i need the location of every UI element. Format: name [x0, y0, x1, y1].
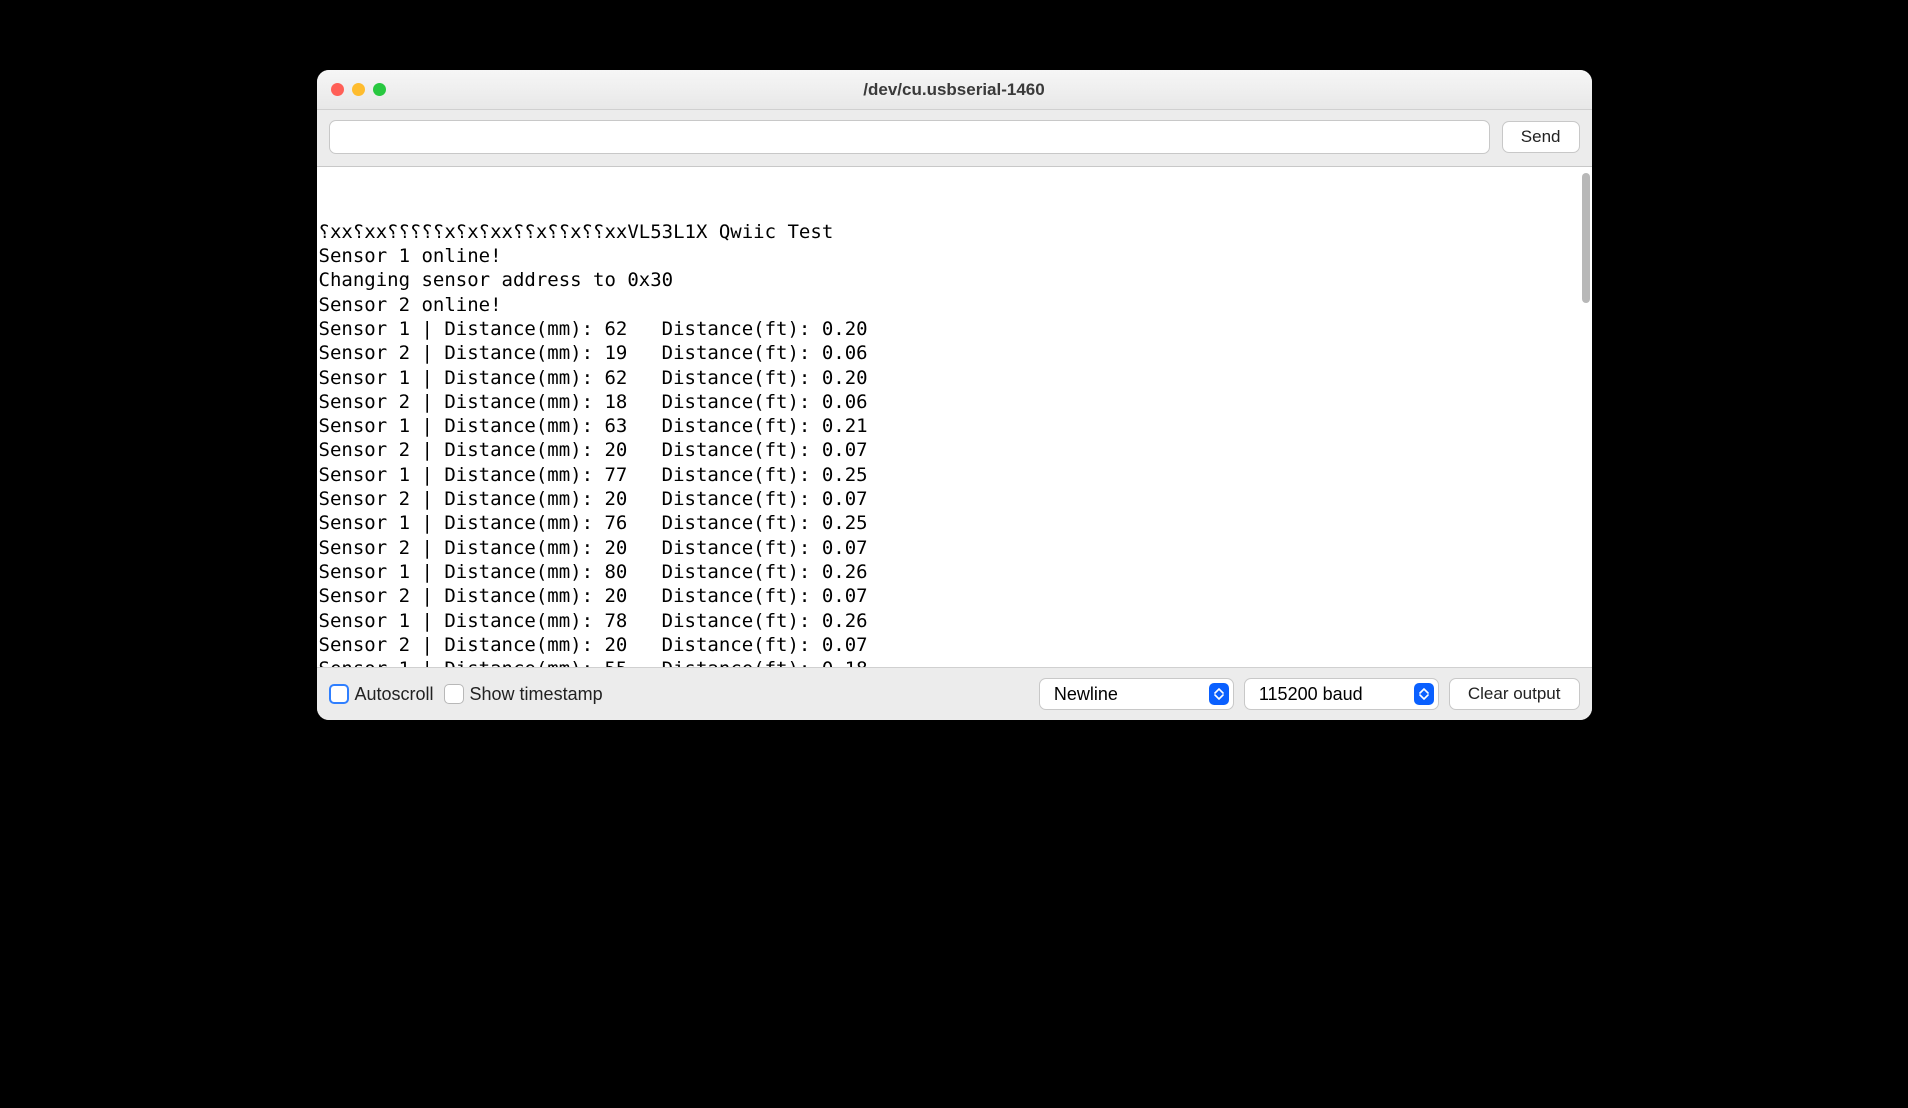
window-title: /dev/cu.usbserial-1460	[331, 80, 1578, 100]
console-line: Sensor 2 | Distance(mm): 18 Distance(ft)…	[319, 390, 1590, 414]
baud-rate-select[interactable]: 115200 baud	[1244, 678, 1439, 710]
console-line: Sensor 2 | Distance(mm): 20 Distance(ft)…	[319, 584, 1590, 608]
autoscroll-label: Autoscroll	[355, 684, 434, 705]
checkbox-icon	[329, 684, 349, 704]
console-line: Sensor 2 | Distance(mm): 20 Distance(ft)…	[319, 633, 1590, 657]
chevron-updown-icon	[1209, 683, 1229, 705]
titlebar: /dev/cu.usbserial-1460	[317, 70, 1592, 110]
serial-input[interactable]	[329, 120, 1490, 154]
clear-output-label: Clear output	[1468, 684, 1561, 704]
bottom-toolbar: Autoscroll Show timestamp Newline 115200…	[317, 667, 1592, 720]
scrollbar-thumb[interactable]	[1582, 173, 1590, 303]
console-line: Sensor 1 | Distance(mm): 80 Distance(ft)…	[319, 560, 1590, 584]
line-ending-select[interactable]: Newline	[1039, 678, 1234, 710]
console-line: ⸮xx⸮xx⸮⸮⸮⸮⸮x⸮x⸮xx⸮⸮x⸮⸮x⸮⸮xxVL53L1X Qwiic…	[319, 220, 1590, 244]
console-line: Changing sensor address to 0x30	[319, 268, 1590, 292]
autoscroll-checkbox[interactable]: Autoscroll	[329, 684, 434, 705]
close-icon[interactable]	[331, 83, 344, 96]
send-button-label: Send	[1521, 127, 1561, 147]
console-line: Sensor 2 | Distance(mm): 20 Distance(ft)…	[319, 536, 1590, 560]
baud-rate-value: 115200 baud	[1259, 684, 1363, 705]
send-button[interactable]: Send	[1502, 121, 1580, 153]
serial-monitor-window: /dev/cu.usbserial-1460 Send ⸮xx⸮xx⸮⸮⸮⸮⸮x…	[317, 70, 1592, 720]
minimize-icon[interactable]	[352, 83, 365, 96]
send-toolbar: Send	[317, 110, 1592, 167]
console-line: Sensor 1 | Distance(mm): 63 Distance(ft)…	[319, 414, 1590, 438]
console-line: Sensor 1 | Distance(mm): 77 Distance(ft)…	[319, 463, 1590, 487]
maximize-icon[interactable]	[373, 83, 386, 96]
traffic-lights	[331, 83, 386, 96]
chevron-updown-icon	[1414, 683, 1434, 705]
console-line: Sensor 1 | Distance(mm): 78 Distance(ft)…	[319, 609, 1590, 633]
console-line: Sensor 2 | Distance(mm): 20 Distance(ft)…	[319, 487, 1590, 511]
console-line: Sensor 1 online!	[319, 244, 1590, 268]
console-output[interactable]: ⸮xx⸮xx⸮⸮⸮⸮⸮x⸮x⸮xx⸮⸮x⸮⸮x⸮⸮xxVL53L1X Qwiic…	[317, 167, 1592, 667]
line-ending-value: Newline	[1054, 684, 1118, 705]
checkbox-icon	[444, 684, 464, 704]
clear-output-button[interactable]: Clear output	[1449, 678, 1580, 710]
console-line: Sensor 1 | Distance(mm): 76 Distance(ft)…	[319, 511, 1590, 535]
show-timestamp-checkbox[interactable]: Show timestamp	[444, 684, 603, 705]
console-line: Sensor 1 | Distance(mm): 55 Distance(ft)…	[319, 657, 1590, 667]
console-line: Sensor 2 | Distance(mm): 20 Distance(ft)…	[319, 438, 1590, 462]
console-line: Sensor 2 online!	[319, 293, 1590, 317]
console-line: Sensor 2 | Distance(mm): 19 Distance(ft)…	[319, 341, 1590, 365]
console-line: Sensor 1 | Distance(mm): 62 Distance(ft)…	[319, 366, 1590, 390]
console-line: Sensor 1 | Distance(mm): 62 Distance(ft)…	[319, 317, 1590, 341]
show-timestamp-label: Show timestamp	[470, 684, 603, 705]
